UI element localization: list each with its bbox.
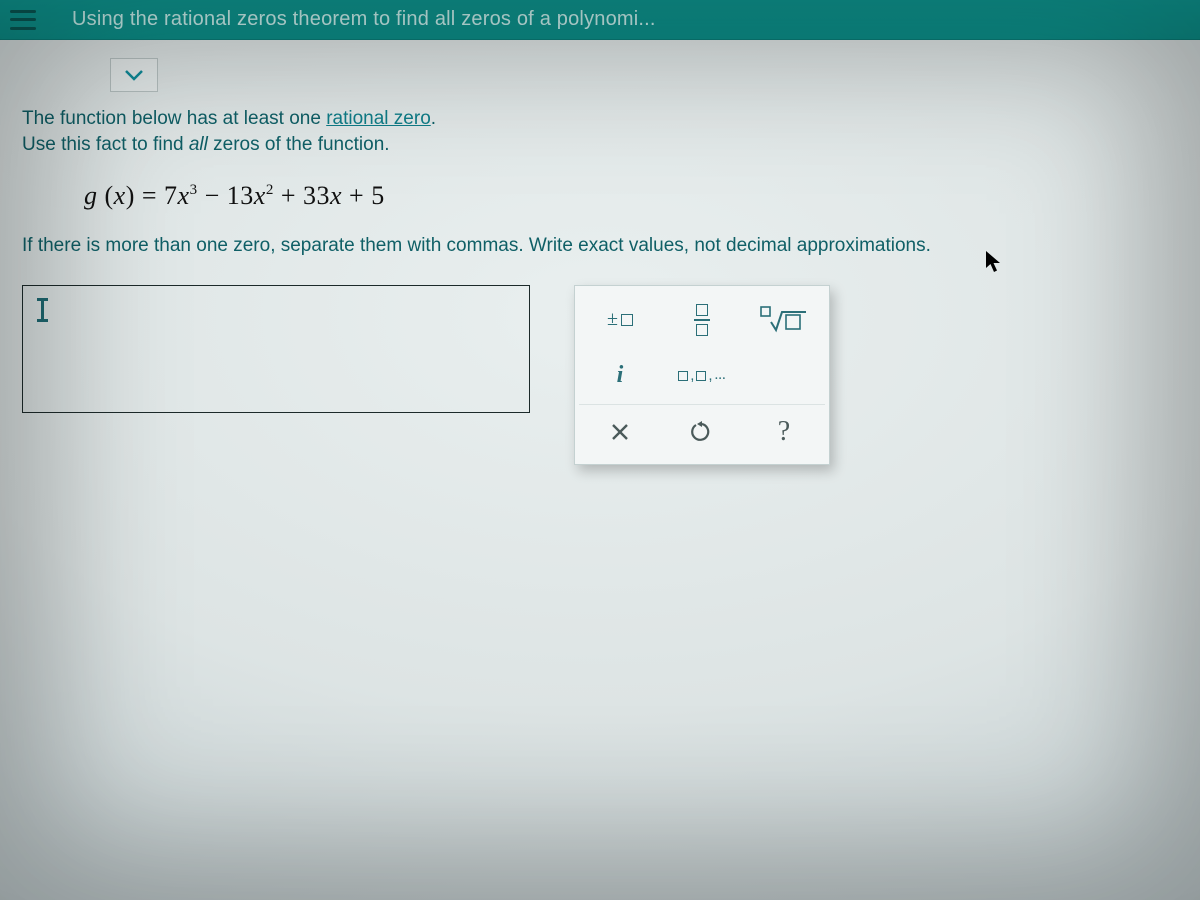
clear-button[interactable] [579,405,661,460]
plus-minus-icon: ± [607,308,618,331]
reset-button[interactable] [661,405,743,460]
prompt-line1-pre: The function below has at least one [22,108,326,129]
prompt-line2-em: all [189,134,208,155]
chevron-down-icon [123,68,145,82]
input-caret-icon [35,296,51,329]
prompt-line1-post: . [431,108,436,129]
imaginary-i-button[interactable]: i [579,348,661,404]
list-icon: ,,... [678,367,726,384]
collapse-toggle[interactable] [110,58,158,92]
nth-root-icon [760,306,808,334]
fraction-button[interactable] [661,292,743,348]
app-header: Using the rational zeros theorem to find… [0,0,1200,40]
equation-display: g (x) = 7x3 − 13x2 + 33x + 5 [84,181,1178,211]
instruction-text: If there is more than one zero, separate… [22,233,1178,259]
list-button[interactable]: ,,... [661,348,743,404]
problem-statement: The function below has at least one rati… [22,106,1178,157]
menu-icon[interactable] [10,10,36,30]
rational-zero-link[interactable]: rational zero [326,108,431,129]
nth-root-button[interactable] [743,292,825,348]
help-button[interactable]: ? [743,405,825,460]
plus-minus-button[interactable]: ± [579,292,661,348]
close-icon [610,422,630,442]
prompt-line2-post: zeros of the function. [208,134,390,155]
reset-icon [691,421,713,443]
prompt-line2-pre: Use this fact to find [22,134,189,155]
fraction-icon [694,304,710,336]
page-title: Using the rational zeros theorem to find… [72,8,656,31]
answer-input[interactable] [22,285,530,413]
math-palette: ± [574,285,830,465]
palette-spacer [743,348,825,404]
mouse-cursor-icon [985,250,1003,274]
